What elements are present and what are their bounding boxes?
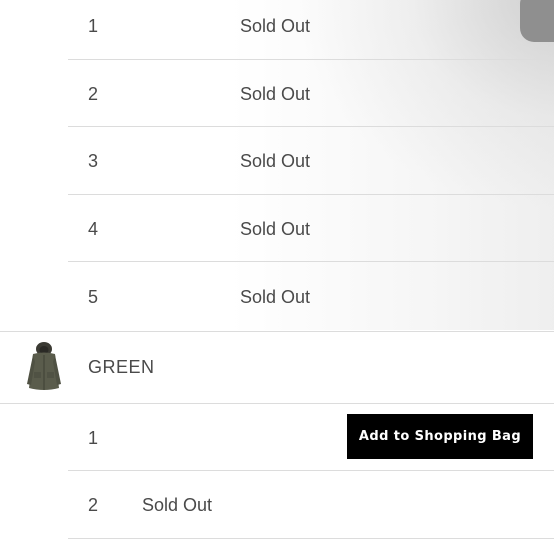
sold-out-status: Sold Out — [240, 84, 311, 104]
add-to-shopping-bag-button[interactable]: Add to Shopping Bag — [347, 414, 533, 459]
size-row: 5 Sold Out — [68, 262, 554, 329]
size-label: 1 — [88, 428, 99, 448]
parka-jacket-thumbnail-icon — [24, 340, 64, 394]
size-row: 4 Sold Out — [68, 195, 554, 262]
sold-out-status: Sold Out — [142, 495, 213, 515]
sold-out-status: Sold Out — [240, 287, 311, 307]
sold-out-status: Sold Out — [240, 151, 311, 171]
color-option-row[interactable]: GREEN — [0, 331, 554, 404]
size-row: 2 Sold Out — [68, 60, 554, 127]
size-row: 2 Sold Out — [68, 471, 554, 539]
size-label: 3 — [88, 151, 99, 171]
size-row: 3 Sold Out — [68, 127, 554, 195]
size-row: 1 Sold Out — [68, 0, 554, 60]
color-name-label: GREEN — [88, 357, 155, 377]
size-label: 4 — [88, 219, 99, 239]
size-label: 2 — [88, 84, 99, 104]
sold-out-status: Sold Out — [240, 219, 311, 239]
sold-out-status: Sold Out — [240, 16, 311, 36]
size-label: 5 — [88, 287, 99, 307]
size-label: 2 — [88, 495, 99, 515]
size-label: 1 — [88, 16, 99, 36]
